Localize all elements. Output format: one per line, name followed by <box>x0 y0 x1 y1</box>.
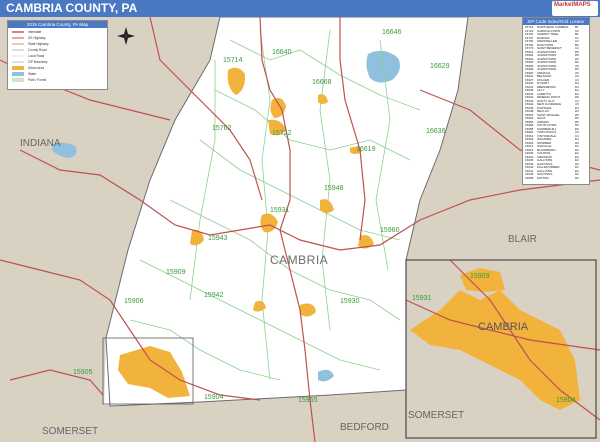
map-legend: 2015 Cambria County, PA Map Interstate U… <box>7 20 108 90</box>
zip-code-index: ZIP Code Index/Grid Locator 15714 NORTHER… <box>522 17 590 185</box>
legend-swatches: Interstate US Highway State Highway Coun… <box>12 30 49 82</box>
legend-item: State Highway <box>28 42 49 46</box>
zip-label: 15942 <box>204 292 224 299</box>
legend-item: Urban Area <box>28 66 44 70</box>
zip-label: 15904 <box>204 394 224 401</box>
region-label-blair: BLAIR <box>508 234 537 245</box>
zip-label: 15905 <box>73 369 93 376</box>
region-label-bedford: BEDFORD <box>340 422 389 433</box>
zip-label: 15931 <box>270 207 290 214</box>
brand-logo-text: MarketMAPS <box>554 2 591 8</box>
zip-label: 16636 <box>426 128 446 135</box>
zip-index-title: ZIP Code Index/Grid Locator <box>523 18 589 25</box>
legend-item: US Highway <box>28 36 46 40</box>
brand-logo: MarketMAPS <box>552 1 598 16</box>
inset-county-label: CAMBRIA <box>478 321 529 333</box>
region-label-somerset-inset: SOMERSET <box>408 410 464 421</box>
zip-index-row: 16668 PATTON D2 <box>525 177 587 181</box>
legend-item: County Road <box>28 48 47 52</box>
legend-item: Water <box>28 72 37 76</box>
legend-title: 2015 Cambria County, PA Map <box>8 21 107 28</box>
region-label-indiana: INDIANA <box>20 138 61 149</box>
zip-label: 15762 <box>212 125 232 132</box>
legend-item: ZIP Boundary <box>28 60 48 64</box>
county-label: CAMBRIA <box>270 253 328 267</box>
zip-label: 15714 <box>223 57 243 64</box>
zip-grid-cell: D2 <box>575 176 579 180</box>
map-canvas[interactable]: INDIANA BLAIR SOMERSET BEDFORD SOMERSET … <box>0 0 600 442</box>
zip-label: 15909 <box>470 273 490 280</box>
zip-label: 16646 <box>382 29 402 36</box>
zip-label: 15943 <box>208 235 228 242</box>
page-title: CAMBRIA COUNTY, PA <box>6 1 138 15</box>
zip-label: 15948 <box>324 185 344 192</box>
zip-label: 16629 <box>430 63 450 70</box>
legend-item-list: Interstate US Highway State Highway Coun… <box>12 30 49 82</box>
zip-label: 16668 <box>312 79 332 86</box>
zip-label: 15930 <box>340 298 360 305</box>
zip-label: 15931 <box>412 295 432 302</box>
zip-label: 15904 <box>556 397 576 404</box>
zip-label: 16619 <box>356 146 376 153</box>
zip-name-cell: PATTON <box>537 176 549 180</box>
zip-label: 15722 <box>272 130 292 137</box>
region-label-somerset: SOMERSET <box>42 426 98 437</box>
zip-code-cell: 16668 <box>525 176 534 180</box>
zip-label: 16640 <box>272 49 292 56</box>
zip-label: 15955 <box>298 397 318 404</box>
zip-index-list: 15714 NORTHERN CAMBRIA B1 15722 CARROLLTOWN C… <box>523 25 589 181</box>
legend-item: Park / Forest <box>28 78 46 82</box>
legend-item: Local Road <box>28 54 44 58</box>
title-bar: CAMBRIA COUNTY, PA MarketMAPS <box>0 0 600 17</box>
zip-label: 15906 <box>124 298 144 305</box>
zip-label: 15909 <box>166 269 186 276</box>
zip-label: 15960 <box>380 227 400 234</box>
legend-item: Interstate <box>28 30 42 34</box>
